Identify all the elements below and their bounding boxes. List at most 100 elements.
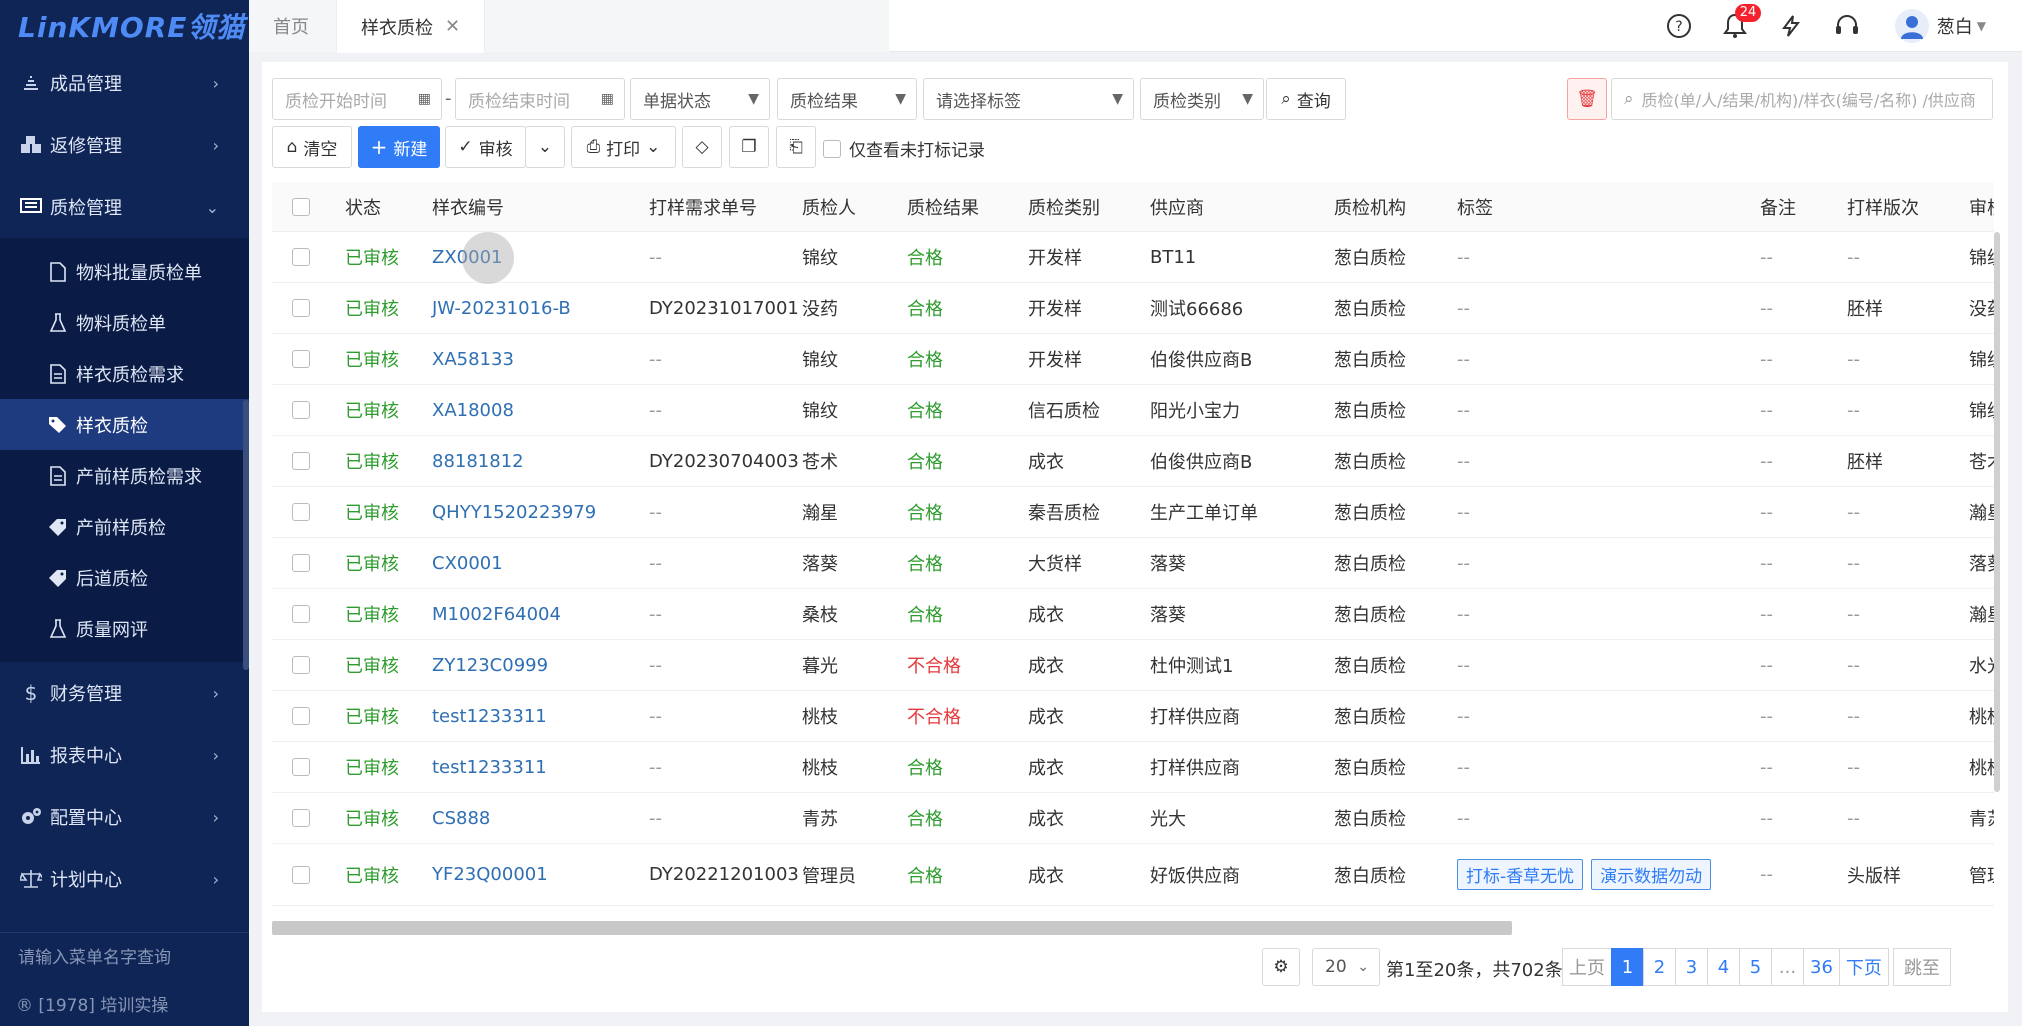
row-checkbox[interactable] [292, 436, 310, 486]
row-checkbox[interactable] [292, 232, 310, 282]
table-row[interactable]: 已审核ZX0001--锦纹合格开发样BT11葱白质检------锦纹 [272, 232, 1994, 283]
review-dropdown-button[interactable]: ⌄ [525, 126, 565, 168]
row-checkbox[interactable] [292, 640, 310, 690]
page-button[interactable]: 4 [1707, 948, 1740, 986]
row-checkbox[interactable] [292, 538, 310, 588]
menu-item-1[interactable]: 返修管理 › [0, 114, 249, 176]
row-checkbox[interactable] [292, 385, 310, 435]
row-checkbox[interactable] [292, 844, 310, 905]
bell-icon[interactable]: 24 [1721, 4, 1762, 40]
end-time-picker[interactable]: 质检结束时间 ▦ [455, 78, 625, 120]
table-row[interactable]: 已审核 QHYY1520223979 -- 瀚星 合格 秦吾质检 生产工单订单 葱白质检 -- -… [272, 487, 1994, 538]
category-select[interactable]: 质检类别 ▼ [1140, 78, 1264, 120]
menu-item-0[interactable]: 成品管理 › [0, 52, 249, 114]
tag-select[interactable]: 请选择标签 ▼ [923, 78, 1134, 120]
submenu-item-4[interactable]: 产前样质检需求 [0, 450, 249, 501]
table-row[interactable]: 已审核 CS888 -- 青苏 合格 成衣 光大 葱白质检 -- -- -- 青苏 [272, 793, 1994, 844]
menu-item-2[interactable]: 质检管理 ⌄ [0, 176, 249, 238]
submenu-item-3[interactable]: 样衣质检 [0, 399, 249, 450]
tag-chip[interactable]: 演示数据勿动 [1591, 859, 1712, 890]
row-checkbox[interactable] [292, 742, 310, 792]
doc-status-select[interactable]: 单据状态 ▼ [630, 78, 770, 120]
tag-button[interactable]: ◇ [682, 126, 722, 168]
lightning-icon[interactable] [1777, 12, 1805, 40]
menu-item-0[interactable]: $ 财务管理 › [0, 662, 249, 724]
tab-home[interactable]: 首页 [273, 0, 309, 52]
cell-code[interactable]: YF23Q00001 [432, 844, 548, 905]
cell-code[interactable]: XA18008 [432, 385, 514, 435]
row-checkbox[interactable] [292, 283, 310, 333]
cell-code[interactable]: XA58133 [432, 334, 514, 384]
delete-button[interactable]: 🗑 [1567, 78, 1607, 120]
cell-code[interactable]: test1233311 [432, 691, 547, 741]
submenu-item-2[interactable]: 样衣质检需求 [0, 348, 249, 399]
submenu-item-6[interactable]: 后道质检 [0, 552, 249, 603]
row-checkbox[interactable] [292, 691, 310, 741]
tab-sample-inspection[interactable]: 样衣质检 ✕ [336, 0, 486, 53]
cell-code[interactable]: M1002F64004 [432, 589, 561, 639]
page-size-select[interactable]: 20 ⌄ [1312, 948, 1380, 986]
next-page-button[interactable]: 下页 [1838, 948, 1889, 986]
page-ellipsis[interactable]: ... [1771, 948, 1804, 986]
cell-code[interactable]: QHYY1520223979 [432, 487, 596, 537]
row-checkbox[interactable] [292, 334, 310, 384]
submenu-item-0[interactable]: 物料批量质检单 [0, 246, 249, 297]
query-button[interactable]: ⌕ 查询 [1266, 78, 1346, 120]
start-time-picker[interactable]: 质检开始时间 ▦ [272, 78, 442, 120]
submenu-item-5[interactable]: 产前样质检 [0, 501, 249, 552]
page-button[interactable]: 3 [1675, 948, 1708, 986]
help-icon[interactable]: ? [1665, 12, 1693, 40]
table-row[interactable]: 已审核 XA18008 -- 锦纹 合格 信石质检 阳光小宝力 葱白质检 -- -- -- 锦纹 [272, 385, 1994, 436]
page-button[interactable]: 5 [1739, 948, 1772, 986]
submenu-item-7[interactable]: 质量网评 [0, 603, 249, 654]
table-row[interactable]: 已审核 test1233311 -- 桃枝 合格 成衣 打样供应商 葱白质检 -- -- -- 桃枝 [272, 742, 1994, 793]
table-row[interactable]: 已审核 M1002F64004 -- 桑枝 合格 成衣 落葵 葱白质检 -- -- -- 瀚星 [272, 589, 1994, 640]
tag-chip[interactable]: 打标-香草无忧 [1457, 859, 1584, 890]
cell-code[interactable]: ZY123C0999 [432, 640, 548, 690]
page-button[interactable]: 2 [1643, 948, 1676, 986]
page-button[interactable]: 1 [1611, 948, 1644, 986]
date-range-separator: - [445, 88, 452, 109]
vertical-scrollbar[interactable] [1994, 232, 2000, 792]
table-row[interactable]: 已审核 test1233311 -- 桃枝 不合格 成衣 打样供应商 葱白质检 -- -- -- 桃枝 [272, 691, 1994, 742]
cell-code[interactable]: test1233311 [432, 742, 547, 792]
cell-code[interactable]: CX0001 [432, 538, 503, 588]
row-checkbox[interactable] [292, 589, 310, 639]
review-button[interactable]: ✓ 审核 [445, 126, 526, 168]
menu-search-input[interactable]: 请输入菜单名字查询 [0, 932, 249, 978]
page-button[interactable]: 36 [1803, 948, 1840, 986]
export-button[interactable]: ⎗ [776, 126, 816, 168]
cell-code[interactable]: 88181812 [432, 436, 524, 486]
support-headset-icon[interactable] [1833, 12, 1861, 40]
copy-button[interactable]: ❐ [729, 126, 769, 168]
horizontal-scrollbar[interactable] [272, 921, 1512, 935]
table-row[interactable]: 已审核 XA58133 -- 锦纹 合格 开发样 伯俊供应商B 葱白质检 -- -- -- 锦纹 [272, 334, 1994, 385]
search-input[interactable]: ⌕ 质检(单/人/结果/机构)/样衣(编号/名称) /供应商 [1611, 78, 1993, 120]
unmarked-only-checkbox[interactable]: 仅查看未打标记录 [823, 136, 985, 161]
table-row[interactable]: 已审核 88181812 DY20230704003 苍术 合格 成衣 伯俊供应商B 葱白质检… [272, 436, 1994, 487]
select-all-checkbox[interactable] [292, 182, 310, 231]
close-icon[interactable]: ✕ [445, 16, 460, 37]
table-row[interactable]: 已审核 ZY123C0999 -- 暮光 不合格 成衣 杜仲测试1 葱白质检 -- -- -- 水光 [272, 640, 1994, 691]
table-row[interactable]: 已审核 JW-20231016-B DY20231017001 没药 合格 开发样 测试66… [272, 283, 1994, 334]
result-select[interactable]: 质检结果 ▼ [777, 78, 917, 120]
table-row[interactable]: 已审核 CX0001 -- 落葵 合格 大货样 落葵 葱白质检 -- -- -- 落葵 [272, 538, 1994, 589]
table-row[interactable]: 已审核 YF23Q00001 DY20221201003 管理员 合格 成衣 好饭供应商 葱白… [272, 844, 1994, 906]
new-button[interactable]: + 新建 [358, 126, 440, 168]
menu-item-2[interactable]: 配置中心 › [0, 786, 249, 848]
user-menu[interactable]: 葱白 ▼ [1894, 9, 1986, 43]
cell-code[interactable]: JW-20231016-B [432, 283, 571, 333]
table-settings-button[interactable]: ⚙ [1262, 948, 1300, 986]
menu-item-1[interactable]: 报表中心 › [0, 724, 249, 786]
menu-item-3[interactable]: 计划中心 › [0, 848, 249, 910]
row-checkbox[interactable] [292, 487, 310, 537]
sidebar-scrollbar[interactable] [243, 400, 249, 670]
submenu-item-1[interactable]: 物料质检单 [0, 297, 249, 348]
cell-code[interactable]: CS888 [432, 793, 490, 843]
clear-button[interactable]: ⌂ 清空 [272, 126, 352, 168]
checkbox[interactable] [823, 139, 841, 158]
print-button[interactable]: ⎙ 打印 ⌄ [571, 126, 676, 168]
row-checkbox[interactable] [292, 793, 310, 843]
jump-to-page-input[interactable]: 跳至 [1892, 948, 1951, 986]
prev-page-button[interactable]: 上页 [1562, 948, 1612, 986]
